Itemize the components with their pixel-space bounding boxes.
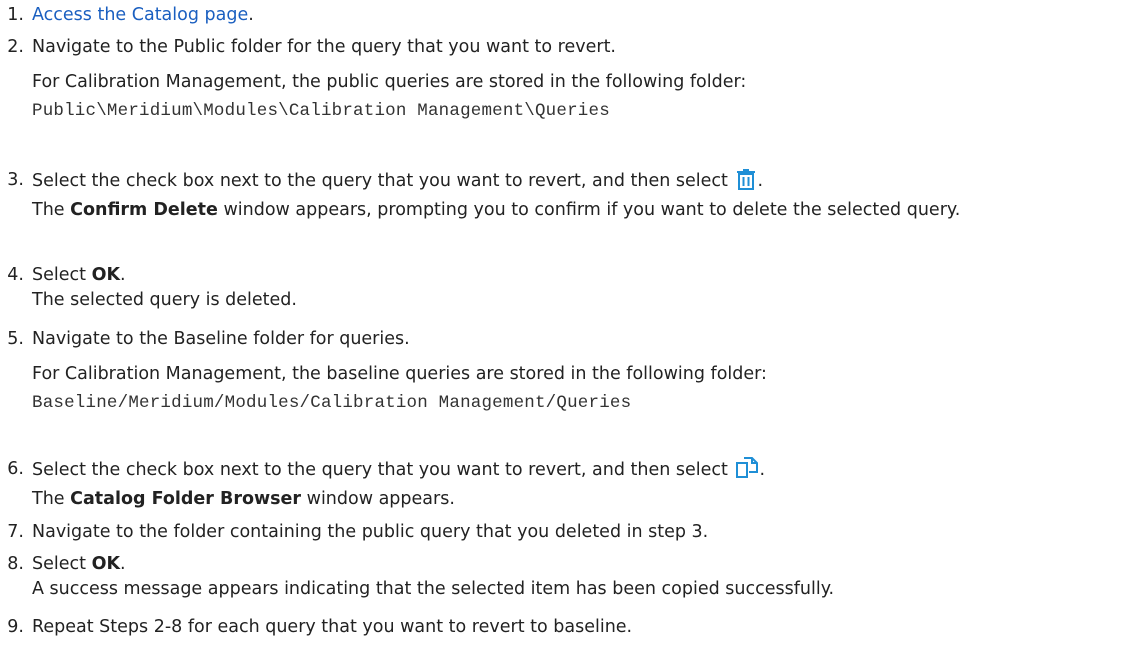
- step-number: 9.: [7, 617, 24, 637]
- step-text: Select: [32, 265, 92, 285]
- result-text: The: [32, 200, 71, 220]
- step-text: Repeat Steps 2-8 for each query that you…: [32, 617, 633, 637]
- ok-label: OK: [91, 265, 120, 285]
- result-text: A success message appears indicating tha…: [32, 579, 835, 599]
- step-punct: .: [759, 460, 766, 480]
- step-punct: .: [120, 265, 126, 285]
- step-text: Navigate to the folder containing the pu…: [32, 522, 709, 542]
- step-number: 5.: [7, 329, 24, 349]
- step-note: For Calibration Management, the public q…: [32, 72, 747, 92]
- folder-path: Baseline/Meridium/Modules/Calibration Ma…: [32, 393, 632, 413]
- result-text: The selected query is deleted.: [32, 290, 297, 310]
- step-number: 4.: [7, 265, 24, 285]
- step-punct: .: [757, 171, 764, 191]
- step-text: Select the check box next to the query t…: [32, 460, 728, 480]
- step-number: 2.: [7, 37, 24, 57]
- window-name: Catalog Folder Browser: [70, 489, 302, 509]
- step-number: 7.: [7, 522, 24, 542]
- step-punct: .: [120, 554, 126, 574]
- step-number: 1.: [7, 5, 24, 25]
- step-text: Navigate to the Baseline folder for quer…: [32, 329, 410, 349]
- folder-path: Public\Meridium\Modules\Calibration Mana…: [32, 101, 610, 121]
- step-number: 3.: [7, 170, 24, 190]
- step-number: 8.: [7, 554, 24, 574]
- result-text: window appears.: [301, 489, 455, 509]
- step-text: Navigate to the Public folder for the qu…: [32, 37, 616, 57]
- result-text: The: [32, 489, 71, 509]
- result-text: window appears, prompting you to confirm…: [217, 200, 961, 220]
- ok-label: OK: [91, 554, 120, 574]
- step-number: 6.: [7, 459, 24, 479]
- access-catalog-link[interactable]: Access the Catalog page: [32, 5, 248, 25]
- step-note: For Calibration Management, the baseline…: [32, 364, 767, 384]
- copy-icon: [735, 457, 759, 487]
- step-text: Select the check box next to the query t…: [32, 171, 728, 191]
- trash-icon: [735, 168, 757, 198]
- step-text: Select: [32, 554, 92, 574]
- window-name: Confirm Delete: [70, 200, 218, 220]
- procedure-steps: 1. Access the Catalog page. 2. Navigate …: [0, 0, 1146, 670]
- step-punct: .: [248, 5, 254, 25]
